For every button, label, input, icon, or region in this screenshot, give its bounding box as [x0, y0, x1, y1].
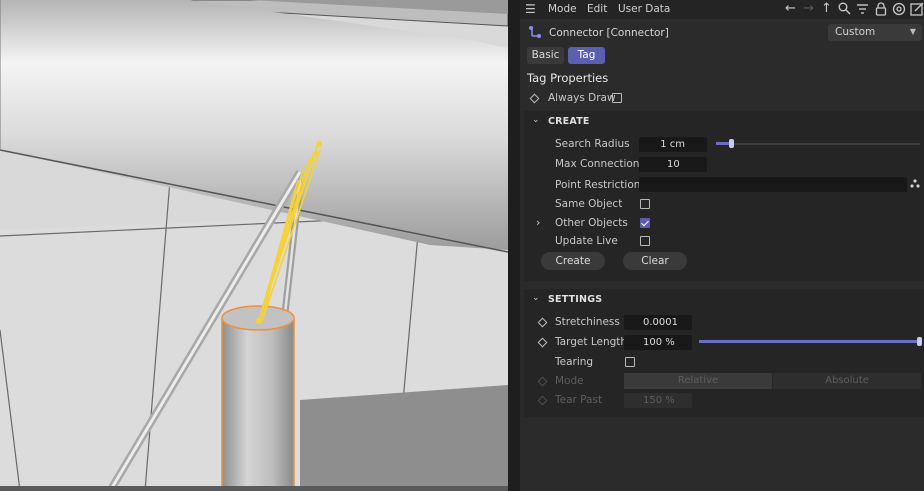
- search-radius-slider[interactable]: [728, 143, 920, 145]
- preset-value: Custom: [835, 26, 876, 38]
- menu-mode[interactable]: Mode: [548, 3, 577, 15]
- connector-icon: [528, 25, 542, 42]
- create-group-title[interactable]: CREATE: [548, 116, 590, 127]
- max-connections-label: Max Connections: [555, 158, 645, 170]
- tearing-label: Tearing: [555, 356, 594, 368]
- mode-label: Mode: [555, 375, 584, 387]
- tearing-checkbox[interactable]: [625, 357, 635, 367]
- target-length-label: Target Length: [555, 336, 628, 348]
- hamburger-menu-icon[interactable]: ☰: [525, 2, 536, 16]
- clear-button[interactable]: Clear: [623, 252, 687, 270]
- target-length-slider-handle[interactable]: [917, 337, 922, 346]
- keyframe-diamond-icon[interactable]: [529, 93, 540, 104]
- up-arrow-icon[interactable]: ↑: [821, 2, 832, 16]
- keyframe-diamond-icon[interactable]: [537, 337, 548, 348]
- search-radius-slider-handle[interactable]: [729, 139, 734, 148]
- always-draw-label: Always Draw: [548, 92, 616, 104]
- lock-icon[interactable]: [875, 2, 887, 20]
- chevron-down-icon[interactable]: ⌄: [532, 115, 540, 125]
- panel-splitter[interactable]: [508, 0, 520, 491]
- tab-basic[interactable]: Basic: [527, 47, 564, 64]
- attribute-manager: ☰ Mode Edit User Data ← → ↑ Connector [C…: [520, 0, 924, 491]
- chevron-down-icon: ▼: [909, 27, 916, 36]
- mode-option-absolute[interactable]: Absolute: [773, 373, 921, 389]
- keyframe-diamond-icon: [537, 395, 548, 406]
- search-radius-input[interactable]: 1 cm: [639, 137, 707, 152]
- 3d-viewport[interactable]: [0, 0, 508, 491]
- section-title: Tag Properties: [527, 71, 609, 85]
- viewport-scene: [0, 0, 508, 491]
- other-objects-label: Other Objects: [555, 217, 628, 229]
- point-restriction-label: Point Restriction: [555, 179, 641, 191]
- other-objects-checkbox[interactable]: [640, 218, 650, 228]
- settings-group: ⌄ SETTINGS Stretchiness 0.0001 Target Le…: [524, 289, 924, 417]
- filter-icon[interactable]: [856, 2, 869, 19]
- keyframe-diamond-icon: [537, 376, 548, 387]
- stretchiness-input[interactable]: 0.0001: [624, 315, 692, 330]
- point-restriction-field[interactable]: [639, 177, 907, 192]
- update-live-label: Update Live: [555, 235, 618, 247]
- forward-arrow-icon[interactable]: →: [803, 2, 814, 16]
- stretchiness-label: Stretchiness: [555, 316, 620, 328]
- tear-past-label: Tear Past: [555, 394, 603, 406]
- same-object-label: Same Object: [555, 198, 623, 210]
- tab-tag[interactable]: Tag: [568, 47, 605, 64]
- same-object-checkbox[interactable]: [640, 199, 650, 209]
- tear-past-input[interactable]: 150 %: [624, 393, 692, 408]
- new-window-icon[interactable]: [910, 2, 924, 20]
- preset-dropdown[interactable]: Custom ▼: [828, 24, 922, 41]
- search-icon[interactable]: [838, 2, 851, 19]
- object-name: Connector [Connector]: [549, 27, 669, 39]
- create-button[interactable]: Create: [541, 252, 605, 270]
- target-length-slider-fill: [699, 340, 919, 343]
- menu-user-data[interactable]: User Data: [618, 3, 670, 15]
- always-draw-checkbox[interactable]: [612, 93, 622, 103]
- target-length-input[interactable]: 100 %: [624, 335, 692, 350]
- max-connections-input[interactable]: 10: [639, 157, 707, 172]
- mode-option-relative[interactable]: Relative: [624, 373, 772, 389]
- target-icon[interactable]: [892, 2, 906, 20]
- settings-group-title[interactable]: SETTINGS: [548, 294, 602, 305]
- chevron-down-icon[interactable]: ⌄: [532, 293, 540, 303]
- search-radius-label: Search Radius: [555, 138, 630, 150]
- keyframe-diamond-icon[interactable]: [537, 317, 548, 328]
- update-live-checkbox[interactable]: [640, 236, 650, 246]
- menu-edit[interactable]: Edit: [587, 3, 607, 15]
- attribute-menubar: ☰ Mode Edit User Data ← → ↑: [520, 0, 924, 19]
- back-arrow-icon[interactable]: ←: [785, 2, 796, 16]
- chevron-right-icon[interactable]: ›: [536, 216, 540, 229]
- create-group: ⌄ CREATE Search Radius 1 cm Max Connecti…: [524, 111, 924, 281]
- object-link-icon[interactable]: [910, 179, 920, 192]
